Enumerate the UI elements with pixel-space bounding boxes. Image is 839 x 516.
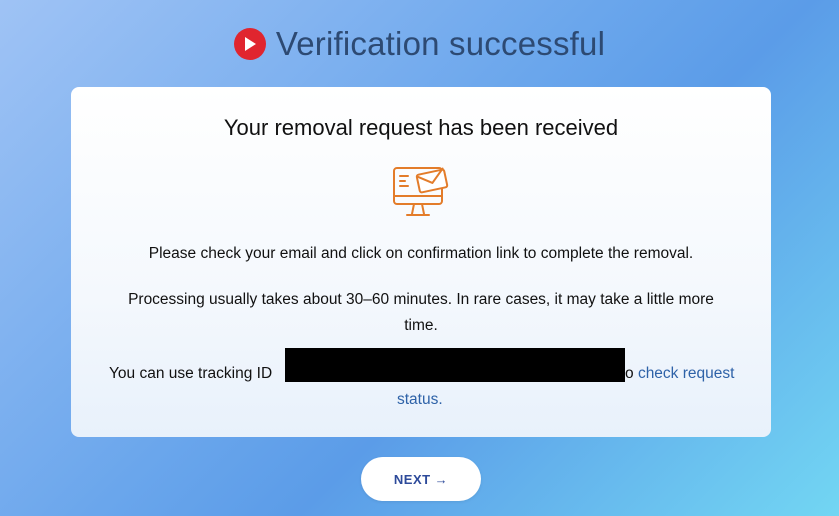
- play-circle-icon: [233, 28, 266, 60]
- page-header: Verification successful: [0, 22, 839, 66]
- confirmation-card: Your removal request has been received P…: [71, 87, 771, 437]
- tracking-label: You can use tracking ID: [109, 365, 273, 382]
- tracking-line: You can use tracking ID o check request: [109, 348, 739, 387]
- tracking-link-line: o check request: [625, 361, 734, 387]
- redacted-tracking-id: [285, 348, 625, 382]
- check-status-link-continued[interactable]: status.: [397, 387, 443, 413]
- email-instruction: Please check your email and click on con…: [148, 245, 694, 262]
- next-label: NEXT: [393, 471, 431, 487]
- monitor-mail-icon: [391, 165, 451, 223]
- arrow-right-icon: →: [434, 471, 449, 487]
- card-title: Your removal request has been received: [223, 115, 619, 140]
- next-button[interactable]: NEXT →: [361, 457, 481, 501]
- tracking-suffix: o: [625, 365, 634, 382]
- check-status-link[interactable]: check request: [638, 365, 735, 382]
- processing-note: Processing usually takes about 30–60 min…: [128, 291, 714, 334]
- page-title: Verification successful: [275, 25, 606, 62]
